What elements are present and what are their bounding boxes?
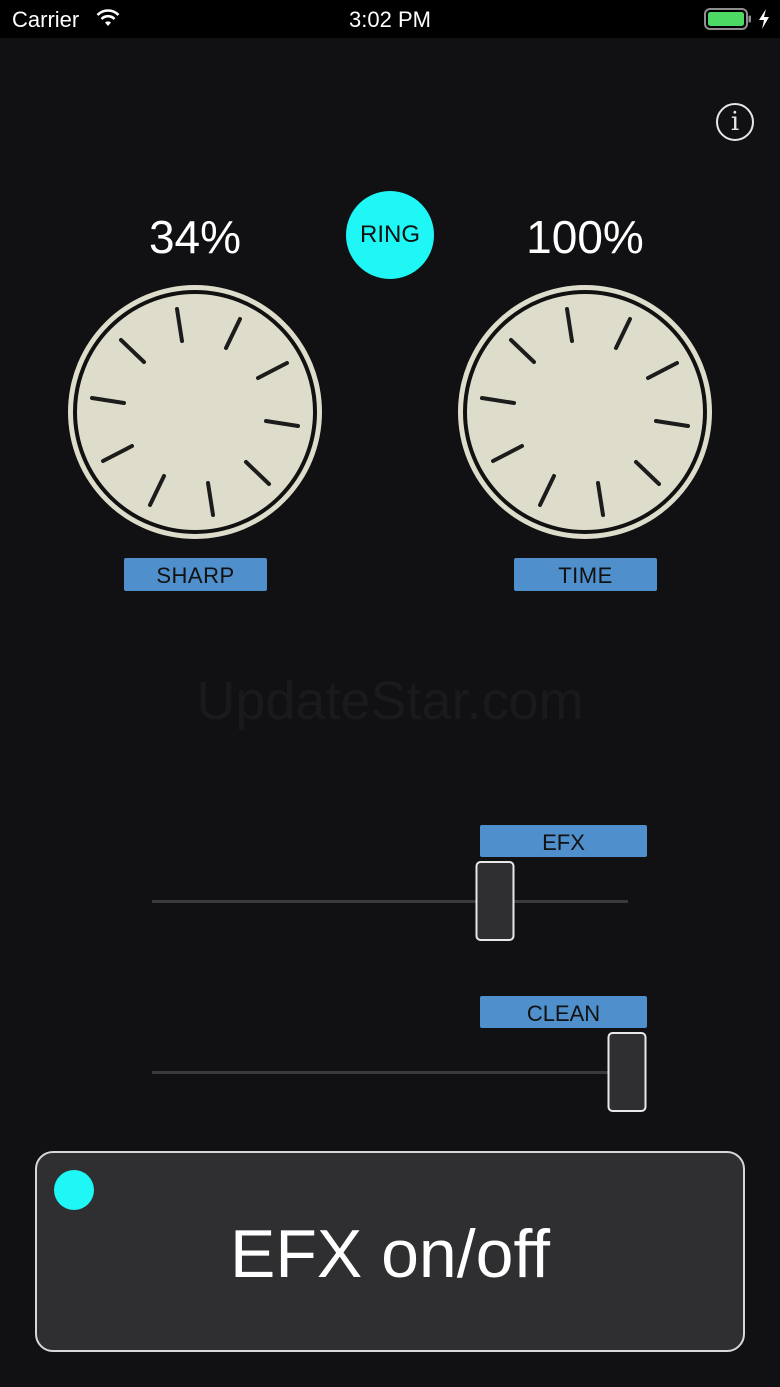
sharp-label: SHARP	[124, 558, 267, 591]
efx-toggle-button[interactable]: EFX on/off	[35, 1151, 745, 1352]
time-label: TIME	[514, 558, 657, 591]
sharp-knob[interactable]	[66, 283, 324, 541]
efx-slider-label: EFX	[480, 825, 647, 857]
time-value: 100%	[526, 211, 644, 263]
clean-slider-track[interactable]	[152, 1071, 628, 1074]
clean-slider-label: CLEAN	[480, 996, 647, 1028]
battery-icon	[704, 8, 751, 30]
ring-button[interactable]: RING	[346, 191, 434, 279]
clean-slider-thumb[interactable]	[607, 1032, 647, 1112]
watermark: UpdateStar.com	[196, 671, 584, 731]
efx-slider-track[interactable]	[152, 900, 628, 903]
sharp-value: 34%	[148, 211, 242, 263]
efx-toggle-label: EFX on/off	[229, 1216, 551, 1292]
status-bar: Carrier 3:02 PM	[0, 0, 780, 38]
efx-slider-thumb[interactable]	[475, 861, 515, 941]
charging-bolt-icon	[759, 9, 769, 29]
info-icon[interactable]: i	[716, 103, 754, 141]
status-time: 3:02 PM	[349, 7, 431, 32]
efx-status-led	[54, 1170, 94, 1210]
time-knob[interactable]	[456, 283, 714, 541]
